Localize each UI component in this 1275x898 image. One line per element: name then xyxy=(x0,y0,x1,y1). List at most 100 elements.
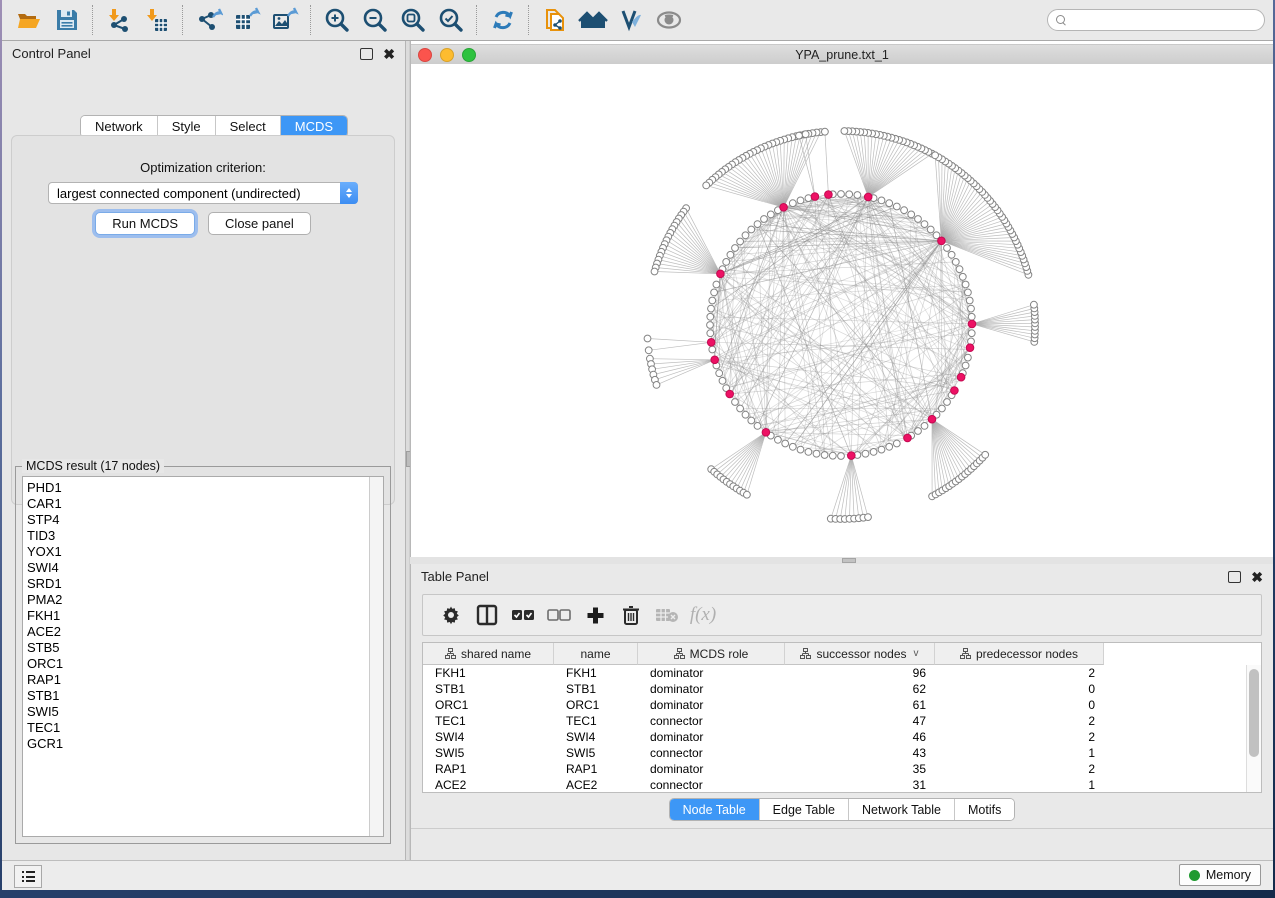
import-network-icon xyxy=(106,7,132,33)
mcds-result-item[interactable]: STP4 xyxy=(27,512,370,528)
tab-edge-table[interactable]: Edge Table xyxy=(760,799,849,820)
delete-table-button[interactable] xyxy=(652,600,682,630)
tab-network-table[interactable]: Network Table xyxy=(849,799,955,820)
table-row[interactable]: STB1STB1dominator620 xyxy=(423,681,1247,697)
network-canvas[interactable] xyxy=(411,64,1273,557)
mcds-result-item[interactable]: ACE2 xyxy=(27,624,370,640)
save-session-button[interactable] xyxy=(50,4,84,36)
deselect-all-button[interactable] xyxy=(544,600,574,630)
mcds-result-item[interactable]: FKH1 xyxy=(27,608,370,624)
export-image-icon xyxy=(271,7,299,33)
cell-name: STB1 xyxy=(554,682,638,696)
search-input[interactable] xyxy=(1072,12,1256,28)
table-row[interactable]: RAP1RAP1dominator352 xyxy=(423,761,1247,777)
export-table-button[interactable] xyxy=(230,4,264,36)
close-panel-icon[interactable]: ✖ xyxy=(1251,572,1263,582)
table-row[interactable]: ORC1ORC1dominator610 xyxy=(423,697,1247,713)
table-scrollbar[interactable] xyxy=(1246,665,1261,792)
tab-mcds[interactable]: MCDS xyxy=(281,116,347,137)
import-network-button[interactable] xyxy=(102,4,136,36)
mcds-result-item[interactable]: SRD1 xyxy=(27,576,370,592)
delete-column-button[interactable] xyxy=(616,600,646,630)
vizmapper-icon xyxy=(618,8,644,32)
mcds-result-item[interactable]: YOX1 xyxy=(27,544,370,560)
mcds-result-item[interactable]: GCR1 xyxy=(27,736,370,752)
open-file-button[interactable] xyxy=(12,4,46,36)
cell-predecessor: 2 xyxy=(935,666,1104,680)
export-network-button[interactable] xyxy=(192,4,226,36)
clone-network-button[interactable] xyxy=(538,4,572,36)
column-header-shared-name[interactable]: shared name xyxy=(423,643,554,665)
refresh-button[interactable] xyxy=(486,4,520,36)
close-panel-icon[interactable]: ✖ xyxy=(383,49,395,59)
mcds-result-item[interactable]: TID3 xyxy=(27,528,370,544)
mcds-result-item[interactable]: PHD1 xyxy=(27,480,370,496)
horizontal-splitter[interactable] xyxy=(410,557,1273,564)
fx-icon: f(x) xyxy=(690,604,716,626)
cell-successor: 62 xyxy=(785,682,935,696)
cell-mcds_role: dominator xyxy=(638,666,785,680)
zoom-selected-button[interactable] xyxy=(434,4,468,36)
column-header-predecessor-nodes[interactable]: predecessor nodes xyxy=(935,643,1104,665)
column-header-label: name xyxy=(580,647,610,661)
mcds-result-item[interactable]: STB1 xyxy=(27,688,370,704)
tab-style[interactable]: Style xyxy=(158,116,216,137)
create-column-button[interactable] xyxy=(580,600,610,630)
mcds-result-item[interactable]: ORC1 xyxy=(27,656,370,672)
mcds-result-item[interactable]: TEC1 xyxy=(27,720,370,736)
sort-descending-icon[interactable]: v xyxy=(914,648,919,659)
show-details-button[interactable] xyxy=(652,4,686,36)
float-panel-icon[interactable] xyxy=(360,48,373,60)
tab-network[interactable]: Network xyxy=(81,116,158,137)
zoom-fit-button[interactable] xyxy=(396,4,430,36)
zoom-in-button[interactable] xyxy=(320,4,354,36)
zoom-out-button[interactable] xyxy=(358,4,392,36)
mcds-result-item[interactable]: SWI5 xyxy=(27,704,370,720)
table-settings-button[interactable] xyxy=(436,600,466,630)
column-header-name[interactable]: name xyxy=(554,643,638,665)
mcds-list-scrollbar[interactable] xyxy=(369,477,383,836)
show-column-panel-button[interactable] xyxy=(472,600,502,630)
run-mcds-button[interactable]: Run MCDS xyxy=(95,212,195,235)
network-window-titlebar[interactable]: YPA_prune.txt_1 xyxy=(411,44,1273,65)
close-panel-button[interactable]: Close panel xyxy=(208,212,311,235)
main-toolbar xyxy=(2,0,1273,41)
column-header-successor-nodes[interactable]: successor nodesv xyxy=(785,643,935,665)
mcds-result-list[interactable]: PHD1CAR1STP4TID3YOX1SWI4SRD1PMA2FKH1ACE2… xyxy=(22,476,384,837)
mcds-result-item[interactable]: STB5 xyxy=(27,640,370,656)
cell-name: ACE2 xyxy=(554,778,638,792)
network-overview-button[interactable] xyxy=(576,4,610,36)
cell-name: SWI5 xyxy=(554,746,638,760)
export-image-button[interactable] xyxy=(268,4,302,36)
task-history-button[interactable] xyxy=(14,865,42,888)
splitter-grip[interactable] xyxy=(842,558,856,563)
vizmapper-button[interactable] xyxy=(614,4,648,36)
table-row[interactable]: TEC1TEC1connector472 xyxy=(423,713,1247,729)
criterion-dropdown[interactable]: largest connected component (undirected) xyxy=(48,182,358,204)
function-builder-button[interactable]: f(x) xyxy=(688,600,718,630)
mcds-result-item[interactable]: CAR1 xyxy=(27,496,370,512)
mcds-result-item[interactable]: RAP1 xyxy=(27,672,370,688)
memory-button[interactable]: Memory xyxy=(1179,864,1261,886)
double-home-icon xyxy=(578,8,608,32)
cell-mcds_role: connector xyxy=(638,714,785,728)
toolbar-separator xyxy=(310,5,312,35)
cell-name: SWI4 xyxy=(554,730,638,744)
table-row[interactable]: SWI5SWI5connector431 xyxy=(423,745,1247,761)
import-table-button[interactable] xyxy=(140,4,174,36)
toolbar-separator xyxy=(182,5,184,35)
tab-node-table[interactable]: Node Table xyxy=(670,799,760,820)
control-panel: Control Panel ✖ NetworkStyleSelectMCDS O… xyxy=(2,41,405,861)
table-row[interactable]: ACE2ACE2connector311 xyxy=(423,777,1247,793)
tab-motifs[interactable]: Motifs xyxy=(955,799,1014,820)
select-all-button[interactable] xyxy=(508,600,538,630)
column-header-MCDS-role[interactable]: MCDS role xyxy=(638,643,785,665)
cell-mcds_role: dominator xyxy=(638,682,785,696)
mcds-result-item[interactable]: SWI4 xyxy=(27,560,370,576)
mcds-result-item[interactable]: PMA2 xyxy=(27,592,370,608)
table-row[interactable]: SWI4SWI4dominator462 xyxy=(423,729,1247,745)
float-panel-icon[interactable] xyxy=(1228,571,1241,583)
table-row[interactable]: FKH1FKH1dominator962 xyxy=(423,665,1247,681)
tab-select[interactable]: Select xyxy=(216,116,281,137)
cell-successor: 43 xyxy=(785,746,935,760)
